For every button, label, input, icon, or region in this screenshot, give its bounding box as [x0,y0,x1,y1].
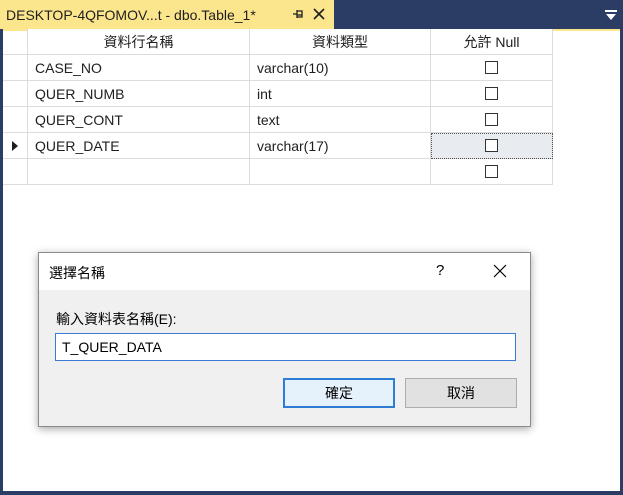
tab-overflow-menu-icon[interactable] [604,9,618,21]
frame-bottom-border [0,491,623,495]
data-type-cell[interactable]: varchar(10) [250,55,431,81]
pin-icon[interactable] [291,7,305,21]
row-selector[interactable] [3,107,28,133]
column-name-cell[interactable] [28,159,250,185]
allow-null-checkbox[interactable] [485,165,498,178]
allow-null-cell[interactable] [431,159,553,185]
column-header-name: 資料行名稱 [28,29,250,55]
dialog-title: 選擇名稱 [49,265,105,281]
tab-title: DESKTOP-4QFOMOV...t - dbo.Table_1* [6,6,256,23]
current-row-arrow-icon [12,140,18,151]
column-name-cell[interactable]: CASE_NO [28,55,250,81]
allow-null-cell[interactable] [431,81,553,107]
allow-null-checkbox[interactable] [485,87,498,100]
column-name-cell[interactable]: QUER_CONT [28,107,250,133]
row-header-corner [3,29,28,55]
allow-null-cell-selected[interactable] [431,133,553,159]
row-selector[interactable] [3,81,28,107]
dialog-titlebar[interactable]: 選擇名稱 ? [39,253,530,290]
ok-button[interactable]: 確定 [283,378,395,408]
data-type-cell[interactable]: varchar(17) [250,133,431,159]
document-tab-strip: DESKTOP-4QFOMOV...t - dbo.Table_1* [0,0,623,31]
allow-null-cell[interactable] [431,55,553,81]
column-header-type: 資料類型 [250,29,431,55]
data-type-cell[interactable]: text [250,107,431,133]
help-button[interactable]: ? [436,262,444,279]
document-tab[interactable]: DESKTOP-4QFOMOV...t - dbo.Table_1* [0,0,334,29]
table-name-label: 輸入資料表名稱(E): [56,311,177,327]
close-icon[interactable] [493,264,507,278]
row-selector[interactable] [3,55,28,81]
column-name-cell[interactable]: QUER_NUMB [28,81,250,107]
data-type-cell[interactable]: int [250,81,431,107]
cancel-button[interactable]: 取消 [405,378,517,408]
table-name-input[interactable] [55,333,516,361]
column-name-cell[interactable]: QUER_DATE [28,133,250,159]
allow-null-checkbox[interactable] [485,61,498,74]
choose-name-dialog: 選擇名稱 ? 輸入資料表名稱(E): 確定 取消 [38,252,531,427]
close-icon[interactable] [311,6,327,22]
row-selector-current[interactable] [3,133,28,159]
allow-null-checkbox[interactable] [485,139,498,152]
column-header-allow-null: 允許 Null [431,29,553,55]
row-selector[interactable] [3,159,28,185]
allow-null-checkbox[interactable] [485,113,498,126]
data-type-cell[interactable] [250,159,431,185]
allow-null-cell[interactable] [431,107,553,133]
